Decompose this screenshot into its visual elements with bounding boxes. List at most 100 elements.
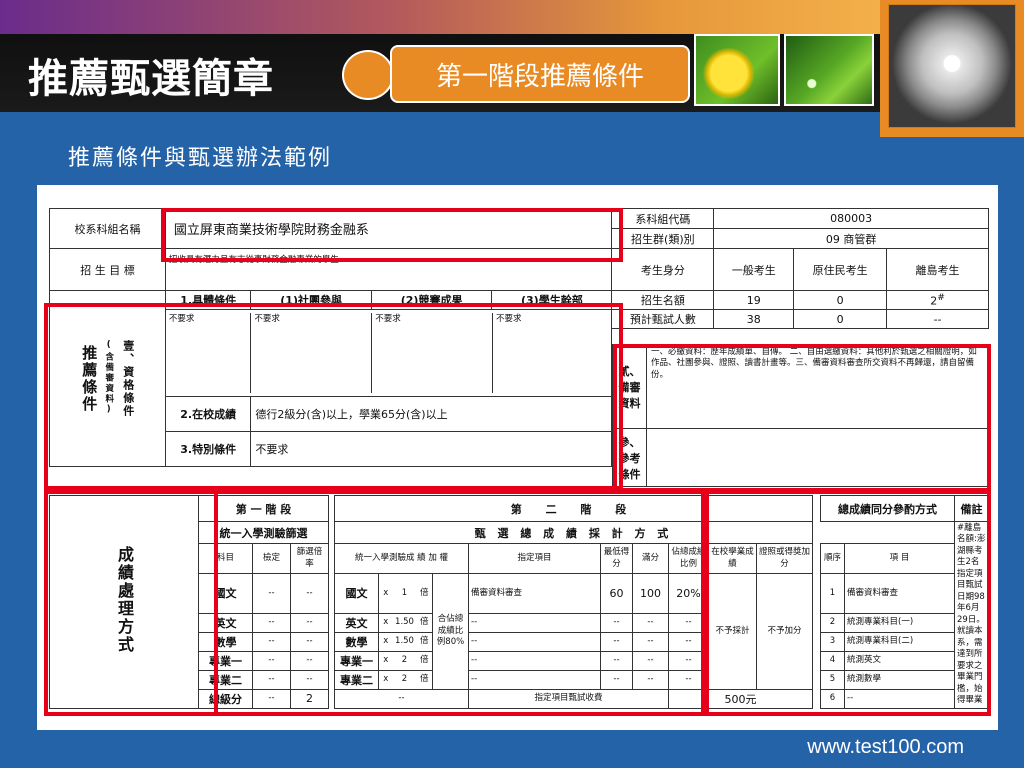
tie-item: 備審資料審查 bbox=[844, 573, 955, 614]
cond-title-text: 推薦條件 bbox=[80, 344, 99, 413]
weight-head: 統一入學測驗成 績 加 權 bbox=[334, 543, 469, 574]
quota-island: 2# bbox=[886, 290, 989, 310]
gap-cell bbox=[813, 613, 821, 632]
r1-values-table: 不要求 不要求 不要求 不要求 bbox=[165, 313, 611, 393]
item-full: 100 bbox=[632, 573, 669, 614]
weight-subject: 英文 bbox=[334, 612, 379, 633]
weight-subject: 數學 bbox=[334, 631, 379, 652]
status-island: 離島考生 bbox=[886, 248, 989, 291]
screen-head-check: 檢定 bbox=[252, 543, 291, 574]
r3-value: 不要求 bbox=[255, 443, 289, 456]
tie-label: 總成績同分參酌方式 bbox=[820, 495, 955, 522]
r1-val-2: 不要求 bbox=[371, 313, 493, 393]
tie-order: 1 bbox=[820, 573, 845, 614]
admission-form: 校系科組名稱 國立屏東商業技術學院財務金融系 系科組代碼 080003 招生群(… bbox=[37, 185, 998, 730]
cond-title-note: (含備審資料) bbox=[103, 340, 114, 417]
flower-photo bbox=[694, 34, 780, 106]
expected-indigenous: 0 bbox=[793, 309, 888, 329]
expected-label: 預計甄試人數 bbox=[611, 309, 715, 329]
item-name: -- bbox=[468, 650, 601, 671]
screen-subject: 英文 bbox=[198, 612, 253, 633]
backup-docs-table: 貳、備審資料 一、必繳資料：歷年成績單、自傳。 二、自由選繳資料：其他利於甄選之… bbox=[612, 344, 989, 487]
screen-ratio: -- bbox=[290, 573, 329, 614]
tie-head-order: 順序 bbox=[820, 543, 845, 574]
sec2-label: 貳、備審資料 bbox=[612, 344, 647, 429]
cond-title: 推薦條件 (含備審資料) 壹、資格條件 bbox=[49, 290, 166, 467]
weight-unit: 倍 bbox=[416, 612, 433, 633]
expected-general: 38 bbox=[713, 309, 795, 329]
leaf-photo bbox=[784, 34, 874, 106]
expected-island: -- bbox=[886, 309, 989, 329]
method-title: 成績處理方式 bbox=[115, 545, 134, 654]
gap-cell bbox=[813, 574, 821, 614]
tie-item: 統測專業科目(一) bbox=[844, 612, 955, 633]
screen-ratio: -- bbox=[290, 631, 329, 652]
screen-check: -- bbox=[252, 669, 291, 690]
weight-unit: 倍 bbox=[416, 631, 433, 652]
r1-head-cell: 1.具體條件 (1)社團參與 (2)競賽成果 (3)學生幹部 bbox=[164, 290, 613, 310]
dept-code: 080003 bbox=[713, 208, 989, 229]
bonus: 不予加分 bbox=[756, 573, 813, 690]
item-full: -- bbox=[632, 650, 669, 671]
item-min: -- bbox=[600, 650, 633, 671]
stage-tab[interactable]: 第一階段推薦條件 bbox=[390, 45, 690, 103]
quota-general: 19 bbox=[713, 290, 795, 310]
footer-url[interactable]: www.test100.com bbox=[807, 736, 964, 759]
item-min: -- bbox=[600, 669, 633, 690]
r3-table: 3.特別條件 不要求 bbox=[165, 432, 611, 466]
gap-cell bbox=[813, 651, 821, 670]
quota-label: 招生名額 bbox=[611, 290, 715, 310]
r2-cell: 2.在校成績 德行2級分(含)以上，學業65分(含)以上 bbox=[164, 396, 613, 432]
r1-val-3: 不要求 bbox=[495, 314, 522, 324]
screen-subject: 數學 bbox=[198, 631, 253, 652]
r2-value: 德行2級分(含)以上，學業65分(含)以上 bbox=[255, 408, 448, 421]
screen-ratio: -- bbox=[290, 612, 329, 633]
dept-code-label: 系科組代碼 bbox=[611, 208, 715, 229]
item-name: -- bbox=[468, 631, 601, 652]
gap-2 bbox=[813, 496, 821, 522]
weight-value: 2 bbox=[392, 650, 417, 671]
calc-label: 甄 選 總 成 績 採 計 方 式 bbox=[334, 521, 813, 544]
tie-head-item: 項 目 bbox=[844, 543, 955, 574]
method-title-cell: 成績處理方式 bbox=[49, 495, 199, 709]
item-name: -- bbox=[468, 612, 601, 633]
tie-order: 4 bbox=[820, 650, 845, 671]
screen-label: 統一入學測驗篩選 bbox=[198, 521, 329, 544]
fee-label: 指定項目甄試收費 bbox=[468, 688, 669, 709]
status-indigenous: 原住民考生 bbox=[793, 248, 888, 291]
weight-times: x bbox=[378, 650, 393, 671]
school-name: 國立屏東商業技術學院財務金融系 bbox=[164, 208, 613, 249]
weight-subject: 專業一 bbox=[334, 650, 379, 671]
item-full: -- bbox=[632, 669, 669, 690]
sec2-text: 一、必繳資料：歷年成績單、自傳。 二、自由選繳資料：其他利於甄選之相關證明，如作… bbox=[646, 344, 989, 429]
quota-island-mark: # bbox=[937, 292, 945, 304]
sec3-text bbox=[646, 428, 989, 487]
tie-item: 統測數學 bbox=[844, 669, 955, 690]
tie-item: 統測英文 bbox=[844, 650, 955, 671]
gap-5 bbox=[821, 522, 955, 544]
item-min: -- bbox=[600, 612, 633, 633]
item-name: -- bbox=[468, 669, 601, 690]
r1-val-1: 不要求 bbox=[250, 313, 373, 393]
weight-value: 1.50 bbox=[392, 612, 417, 633]
item-min: -- bbox=[600, 631, 633, 652]
tie-order: 5 bbox=[820, 669, 845, 690]
item-head-min: 最低得分 bbox=[600, 543, 633, 574]
item-ratio: -- bbox=[668, 650, 709, 671]
dandelion-photo bbox=[888, 4, 1016, 128]
item-head-full: 滿分 bbox=[632, 543, 669, 574]
r2-table: 2.在校成績 德行2級分(含)以上，學業65分(含)以上 bbox=[165, 397, 611, 431]
weight-value: 2 bbox=[392, 669, 417, 690]
slide-subtitle: 推薦條件與甄選辦法範例 bbox=[68, 146, 333, 171]
gap-cell bbox=[813, 670, 821, 689]
weight-unit: 倍 bbox=[416, 573, 433, 614]
item-ratio: -- bbox=[668, 612, 709, 633]
grading-table: 成績處理方式 第 一 階 段 第 二 階 段 總成績同分參酌方式 備註 統一入學… bbox=[49, 495, 989, 709]
screen-subject: 國文 bbox=[198, 573, 253, 614]
r1-label: 1.具體條件 bbox=[165, 291, 252, 309]
gap-cell bbox=[813, 632, 821, 651]
screen-ratio: 2 bbox=[290, 688, 329, 709]
tie-item: 統測專業科目(二) bbox=[844, 631, 955, 652]
stage1-label: 第 一 階 段 bbox=[198, 495, 329, 522]
r3-label: 3.特別條件 bbox=[165, 432, 252, 466]
